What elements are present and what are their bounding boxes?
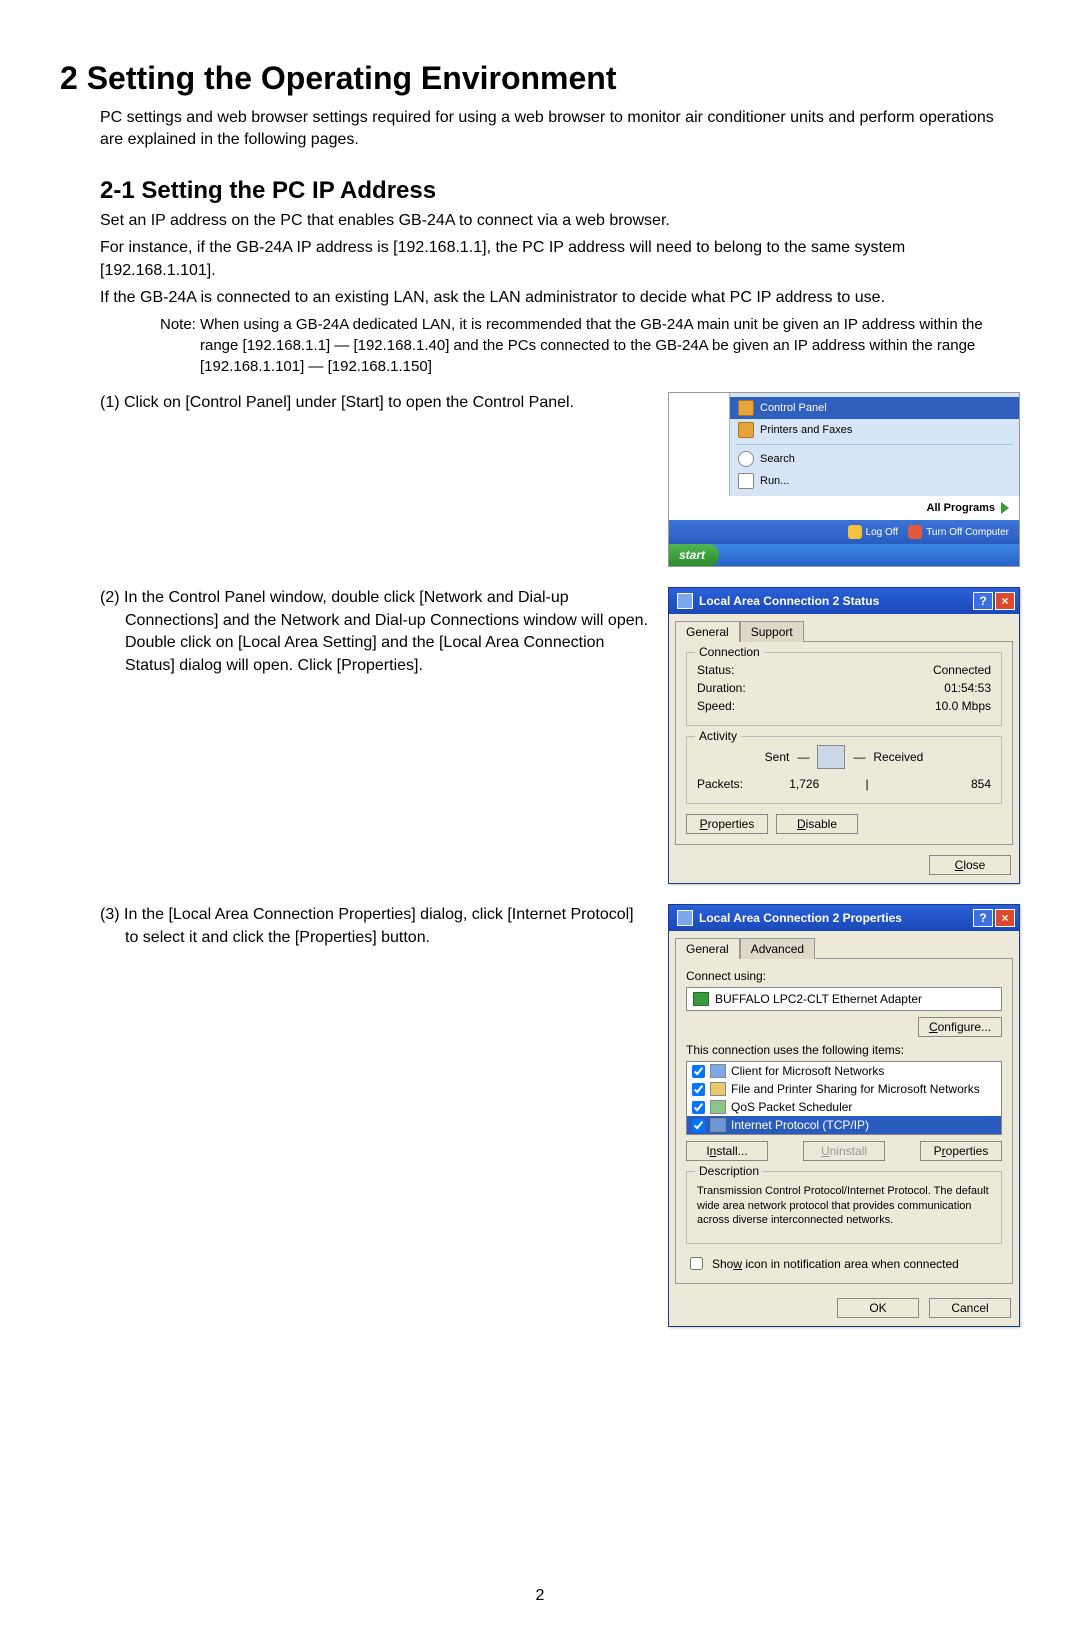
checkbox[interactable] — [692, 1101, 705, 1114]
note-text: Note: When using a GB-24A dedicated LAN,… — [200, 314, 1020, 377]
step-3-text: (3) In the [Local Area Connection Proper… — [100, 904, 648, 949]
activity-legend: Activity — [695, 729, 741, 743]
activity-icon — [817, 745, 845, 769]
configure-button[interactable]: Configure...Configure... — [918, 1017, 1002, 1037]
menu-item-control-panel[interactable]: Control Panel — [730, 397, 1019, 419]
help-button[interactable]: ? — [973, 909, 993, 927]
help-button[interactable]: ? — [973, 592, 993, 610]
status-value: Connected — [933, 663, 991, 677]
chevron-right-icon — [1001, 502, 1009, 514]
item-label: Client for Microsoft Networks — [731, 1064, 884, 1078]
list-item[interactable]: QoS Packet Scheduler — [687, 1098, 1001, 1116]
status-label: Status: — [697, 663, 734, 677]
menu-item-printers[interactable]: Printers and Faxes — [730, 419, 1019, 441]
ok-button[interactable]: OK — [837, 1298, 919, 1318]
checkbox[interactable] — [692, 1083, 705, 1096]
network-icon — [677, 593, 693, 609]
network-icon — [677, 910, 693, 926]
disable-button[interactable]: DisableDisable — [776, 814, 858, 834]
close-button[interactable]: × — [995, 909, 1015, 927]
properties-button[interactable]: PPropertiesroperties — [686, 814, 768, 834]
install-button[interactable]: Install...Install... — [686, 1141, 768, 1161]
qos-icon — [710, 1100, 726, 1114]
show-icon-checkbox[interactable] — [690, 1257, 703, 1270]
tcpip-icon — [710, 1118, 726, 1132]
item-label: QoS Packet Scheduler — [731, 1100, 852, 1114]
item-label: File and Printer Sharing for Microsoft N… — [731, 1082, 980, 1096]
all-programs[interactable]: All Programs — [669, 496, 1019, 520]
connection-properties-dialog: Local Area Connection 2 Properties ? × G… — [668, 904, 1020, 1327]
dialog-title: Local Area Connection 2 Properties — [699, 911, 902, 925]
search-icon — [738, 451, 754, 467]
section-title: 2-1 Setting the PC IP Address — [100, 177, 1020, 205]
list-item[interactable]: Client for Microsoft Networks — [687, 1062, 1001, 1080]
uninstall-button: UninstallUninstall — [803, 1141, 885, 1161]
dialog-title: Local Area Connection 2 Status — [699, 594, 879, 608]
checkbox[interactable] — [692, 1119, 705, 1132]
adapter-field: BUFFALO LPC2-CLT Ethernet Adapter — [686, 987, 1002, 1011]
close-button[interactable]: × — [995, 592, 1015, 610]
start-button[interactable]: start — [669, 544, 719, 566]
received-label: Received — [873, 750, 923, 764]
description-text: Transmission Control Protocol/Internet P… — [697, 1184, 991, 1227]
tab-support[interactable]: Support — [740, 621, 804, 642]
packets-label: Packets: — [697, 777, 743, 791]
item-label: Internet Protocol (TCP/IP) — [731, 1118, 869, 1132]
components-listbox[interactable]: Client for Microsoft Networks File and P… — [686, 1061, 1002, 1135]
tab-general[interactable]: General — [675, 621, 740, 642]
properties-button[interactable]: PropertiesProperties — [920, 1141, 1002, 1161]
duration-value: 01:54:53 — [944, 681, 991, 695]
menu-label: Printers and Faxes — [760, 424, 852, 436]
paragraph: Set an IP address on the PC that enables… — [100, 210, 1020, 232]
menu-label: Run... — [760, 475, 789, 487]
connection-status-dialog: Local Area Connection 2 Status ? × Gener… — [668, 587, 1020, 884]
control-panel-icon — [738, 400, 754, 416]
fileshare-icon — [710, 1082, 726, 1096]
intro-text: PC settings and web browser settings req… — [100, 107, 1020, 152]
logoff-icon — [848, 525, 862, 539]
paragraph: If the GB-24A is connected to an existin… — [100, 287, 1020, 309]
turnoff-label: Turn Off Computer — [926, 527, 1009, 538]
turnoff-button[interactable]: Turn Off Computer — [908, 525, 1009, 539]
printers-icon — [738, 422, 754, 438]
close-dialog-button[interactable]: CloseClose — [929, 855, 1011, 875]
power-icon — [908, 525, 922, 539]
menu-label: Control Panel — [760, 402, 827, 414]
connect-using-label: Connect using: — [686, 969, 1002, 983]
list-item[interactable]: File and Printer Sharing for Microsoft N… — [687, 1080, 1001, 1098]
start-menu-figure: Control Panel Printers and Faxes Search … — [668, 392, 1020, 567]
checkbox[interactable] — [692, 1065, 705, 1078]
page-number: 2 — [60, 1587, 1020, 1605]
uses-items-label: This connection uses the following items… — [686, 1043, 1002, 1057]
sent-label: Sent — [765, 750, 790, 764]
menu-item-search[interactable]: Search — [730, 448, 1019, 470]
packets-received: 854 — [869, 777, 991, 791]
speed-value: 10.0 Mbps — [935, 699, 991, 713]
client-icon — [710, 1064, 726, 1078]
logoff-button[interactable]: Log Off — [848, 525, 899, 539]
adapter-icon — [693, 992, 709, 1006]
menu-item-run[interactable]: Run... — [730, 470, 1019, 492]
duration-label: Duration: — [697, 681, 746, 695]
tab-general[interactable]: General — [675, 938, 740, 959]
description-legend: Description — [695, 1164, 763, 1178]
run-icon — [738, 473, 754, 489]
connection-legend: Connection — [695, 645, 764, 659]
logoff-label: Log Off — [866, 527, 899, 538]
speed-label: Speed: — [697, 699, 735, 713]
tab-advanced[interactable]: Advanced — [740, 938, 815, 959]
step-2-text: (2) In the Control Panel window, double … — [100, 587, 648, 677]
cancel-button[interactable]: Cancel — [929, 1298, 1011, 1318]
paragraph: For instance, if the GB-24A IP address i… — [100, 237, 1020, 282]
adapter-name: BUFFALO LPC2-CLT Ethernet Adapter — [715, 992, 922, 1006]
page-title: 2 Setting the Operating Environment — [60, 60, 1020, 97]
list-item-tcpip[interactable]: Internet Protocol (TCP/IP) — [687, 1116, 1001, 1134]
all-programs-label: All Programs — [927, 502, 995, 514]
show-icon-label: Show icon in notification area when conn… — [712, 1257, 959, 1271]
menu-label: Search — [760, 453, 795, 465]
step-1-text: (1) Click on [Control Panel] under [Star… — [100, 392, 648, 414]
packets-sent: 1,726 — [743, 777, 865, 791]
